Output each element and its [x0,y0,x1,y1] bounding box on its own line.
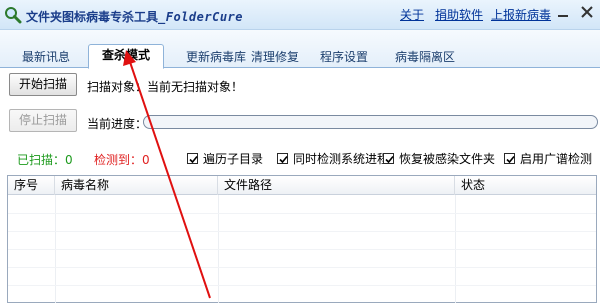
scanned-count: 已扫描：0 [17,151,73,168]
checkbox[interactable] [187,153,198,164]
tab-latest-news[interactable]: 最新讯息 [14,49,78,68]
scan-target-label: 扫描对象： [87,80,148,94]
grid-line [8,231,596,232]
checkbox[interactable] [383,153,394,164]
option-check-system-processes[interactable]: 同时检测系统进程 [277,150,389,166]
window-title-en: _FolderCure [158,10,243,24]
grid-line [8,285,596,286]
grid-line [8,267,596,268]
grid-line [8,249,596,250]
window-title: 文件夹图标病毒专杀工具_FolderCure [26,8,243,25]
tab-settings[interactable]: 程序设置 [316,49,372,68]
minimize-button[interactable] [552,2,574,22]
progress-label: 当前进度： [87,117,148,131]
title-bar: 文件夹图标病毒专杀工具_FolderCure 关于 捐助软件 上报新病毒 [0,0,600,30]
stop-scan-button[interactable]: 停止扫描 [9,109,77,132]
donate-link[interactable]: 捐助软件 [435,6,483,23]
checkmark-icon [506,155,515,164]
checkmark-icon [385,155,394,164]
option-label: 同时检测系统进程 [293,152,390,166]
table-header: 序号 病毒名称 文件路径 状态 [8,176,596,195]
window-title-cn: 文件夹图标病毒专杀工具 [26,10,159,24]
column-header-file-path[interactable]: 文件路径 [218,176,455,195]
tab-cleanup-repair[interactable]: 清理修复 [244,49,306,68]
detected-value: 0 [142,153,150,167]
tab-bar: 最新讯息 查杀模式 更新病毒库 清理修复 程序设置 病毒隔离区 [0,30,600,69]
start-scan-button[interactable]: 开始扫描 [9,73,77,96]
column-header-status[interactable]: 状态 [455,176,596,195]
grid-line [8,213,596,214]
report-virus-link[interactable]: 上报新病毒 [491,6,551,23]
scanned-label: 已扫描： [17,153,66,167]
about-link[interactable]: 关于 [400,6,424,23]
option-restore-infected-folders[interactable]: 恢复被感染文件夹 [383,150,495,166]
checkmark-icon [189,155,198,164]
option-label: 遍历子目录 [203,152,264,166]
close-button[interactable] [576,2,598,22]
option-recurse-subdirs[interactable]: 遍历子目录 [187,150,263,166]
detected-count: 检测到：0 [94,151,150,168]
tab-quarantine[interactable]: 病毒隔离区 [392,49,458,68]
checkbox[interactable] [504,153,515,164]
scan-target-value: 当前无扫描对象！ [147,80,244,94]
option-broad-spectrum-detection[interactable]: 启用广谱检测 [504,150,592,166]
option-label: 恢复被感染文件夹 [399,152,496,166]
results-table[interactable]: 序号 病毒名称 文件路径 状态 [7,175,597,303]
detected-label: 检测到： [94,153,143,167]
scan-progress-bar [143,115,598,129]
scanned-value: 0 [65,153,73,167]
column-header-index[interactable]: 序号 [8,176,55,195]
magnifier-icon [5,7,22,24]
column-header-virus-name[interactable]: 病毒名称 [55,176,218,195]
tab-scan-mode[interactable]: 查杀模式 [88,44,164,69]
option-label: 启用广谱检测 [520,152,593,166]
checkmark-icon [279,155,288,164]
checkbox[interactable] [277,153,288,164]
